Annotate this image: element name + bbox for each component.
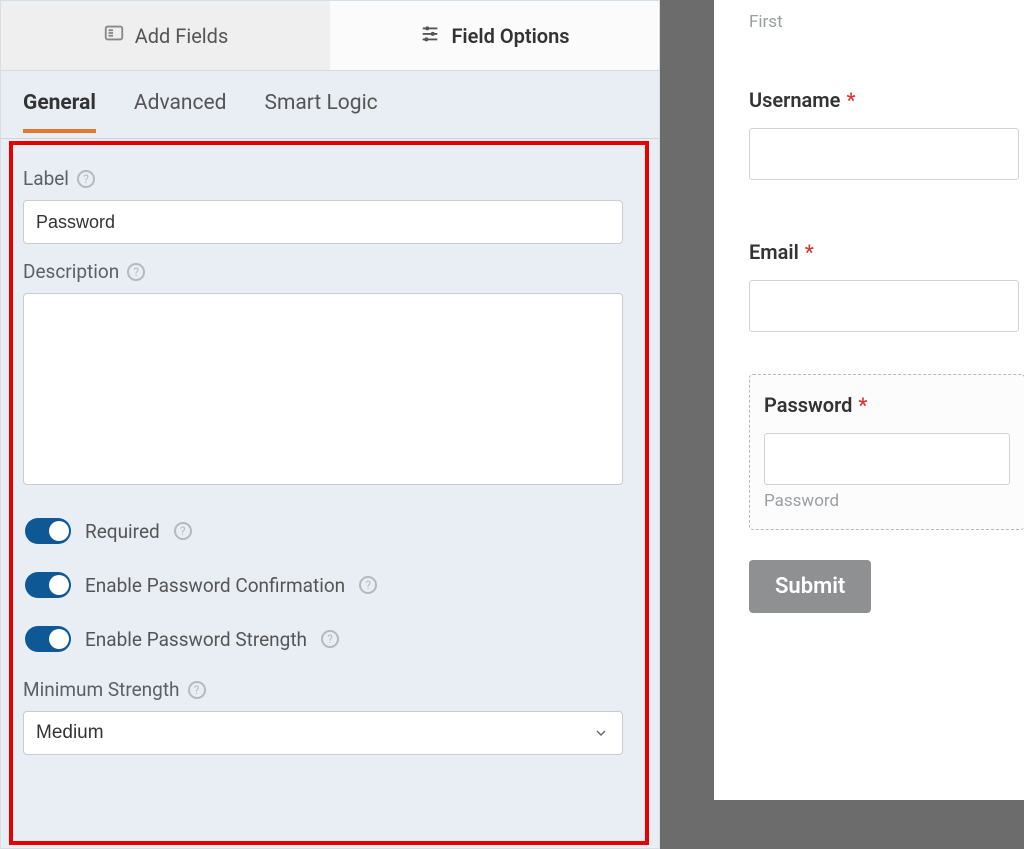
sub-tab-advanced[interactable]: Advanced <box>134 91 227 129</box>
toggle-required[interactable] <box>25 518 71 544</box>
options-body: Label ? Description ? Required ? Enable … <box>1 139 659 777</box>
min-strength-label: Minimum Strength <box>23 678 180 701</box>
sub-tabs: General Advanced Smart Logic <box>1 71 659 139</box>
tab-field-options-label: Field Options <box>451 24 569 48</box>
email-input[interactable] <box>749 280 1019 332</box>
help-icon[interactable]: ? <box>77 170 95 188</box>
required-row: Required ? <box>25 518 637 544</box>
confirmation-row: Enable Password Confirmation ? <box>25 572 637 598</box>
help-icon[interactable]: ? <box>174 522 192 540</box>
required-label: Required <box>85 520 160 543</box>
description-label: Description <box>23 260 119 283</box>
help-icon[interactable]: ? <box>321 630 339 648</box>
field-options-panel: Add Fields Field Options General Advance… <box>0 0 660 849</box>
description-input[interactable] <box>23 293 623 485</box>
sub-tab-smart-logic[interactable]: Smart Logic <box>264 91 377 129</box>
min-strength-select-wrap <box>23 711 623 755</box>
strength-row: Enable Password Strength ? <box>25 626 637 652</box>
help-icon[interactable]: ? <box>127 263 145 281</box>
tab-add-fields[interactable]: Add Fields <box>1 1 330 70</box>
form-preview: First Username * Email * Password * Pass… <box>714 0 1024 800</box>
label-input[interactable] <box>23 200 623 244</box>
password-sublabel: Password <box>764 491 1010 511</box>
submit-button[interactable]: Submit <box>749 560 871 613</box>
required-star: * <box>846 88 855 112</box>
strength-label: Enable Password Strength <box>85 628 307 651</box>
username-label-row: Username * <box>749 88 1024 112</box>
password-label-row: Password * <box>764 393 1010 417</box>
email-label-row: Email * <box>749 240 1024 264</box>
top-tabs: Add Fields Field Options <box>1 1 659 71</box>
min-strength-label-row: Minimum Strength ? <box>23 678 637 701</box>
toggle-strength[interactable] <box>25 626 71 652</box>
label-row: Label ? <box>23 167 637 190</box>
sub-tab-general[interactable]: General <box>23 91 96 133</box>
description-row: Description ? <box>23 260 637 283</box>
password-label: Password <box>764 393 852 417</box>
tab-add-fields-label: Add Fields <box>135 24 229 48</box>
email-label: Email <box>749 240 799 264</box>
label-label: Label <box>23 167 69 190</box>
form-list-icon <box>103 22 125 49</box>
username-label: Username <box>749 88 840 112</box>
min-strength-select[interactable] <box>23 711 623 755</box>
required-star: * <box>858 393 867 417</box>
sliders-icon <box>419 22 441 49</box>
help-icon[interactable]: ? <box>359 576 377 594</box>
tab-field-options[interactable]: Field Options <box>330 1 659 70</box>
password-input[interactable] <box>764 433 1010 485</box>
required-star: * <box>805 240 814 264</box>
first-sublabel: First <box>749 12 1024 32</box>
selected-field-box[interactable]: Password * Password <box>749 374 1024 530</box>
confirmation-label: Enable Password Confirmation <box>85 574 345 597</box>
username-input[interactable] <box>749 128 1019 180</box>
toggle-confirmation[interactable] <box>25 572 71 598</box>
help-icon[interactable]: ? <box>188 681 206 699</box>
